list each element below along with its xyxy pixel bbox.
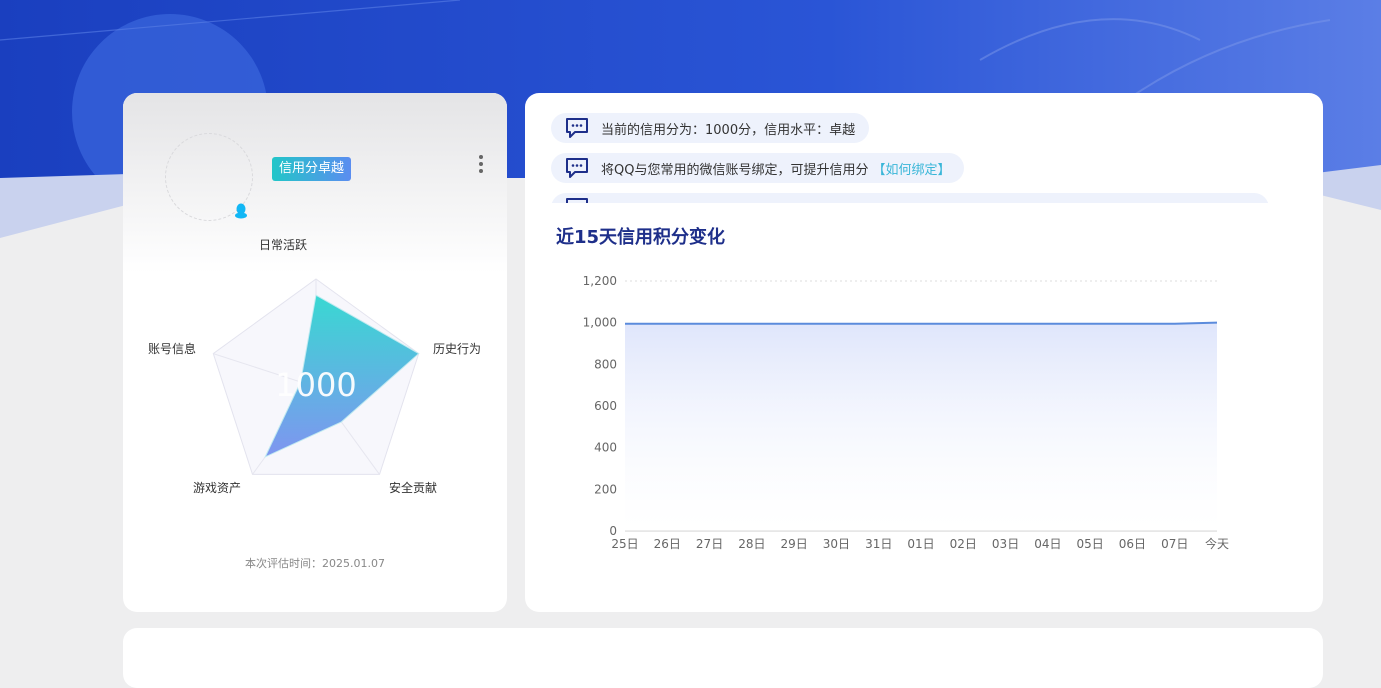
- radar-label-security: 安全贡献: [389, 480, 437, 495]
- message-item: 将QQ与您常用的微信账号绑定，可提升信用分 【如何绑定】: [551, 153, 964, 183]
- x-axis: 25日 26日 27日 28日 29日 30日 31日 01日 02日 03日 04日 05日 06日 0…: [611, 531, 1229, 551]
- x-tick-label: 25日: [611, 537, 638, 551]
- y-tick-label: 400: [594, 441, 617, 455]
- x-tick-label: 今天: [1205, 536, 1229, 551]
- y-tick-label: 1,200: [583, 274, 617, 288]
- chart-title: 近15天信用积分变化: [556, 223, 725, 249]
- x-tick-label: 03日: [992, 537, 1019, 551]
- x-tick-label: 05日: [1077, 537, 1104, 551]
- credit-trend-chart: 0 200 400 600 800 1,000 1,200 25日 26日 27日 28日 29日 3…: [525, 253, 1323, 583]
- y-tick-label: 800: [594, 357, 617, 371]
- y-tick-label: 600: [594, 399, 617, 413]
- credit-level-badge: 信用分卓越: [272, 157, 351, 181]
- chart-series: [625, 323, 1217, 531]
- evaluation-time: 本次评估时间：2025.01.07: [123, 555, 507, 571]
- message-item: 当前的信用分为：1000分，信用水平：卓越: [551, 113, 869, 143]
- radar-chart: 日常活跃 历史行为 安全贡献 游戏资产 账号信息 1000: [123, 233, 507, 533]
- x-tick-label: 29日: [781, 537, 808, 551]
- x-tick-label: 28日: [738, 537, 765, 551]
- credit-trend-card: 当前的信用分为：1000分，信用水平：卓越 将QQ与您常用的微信账号绑定，可提升…: [525, 93, 1323, 612]
- chat-bubble-icon: [565, 197, 589, 203]
- bottom-panel: [123, 628, 1323, 688]
- credit-score: 1000: [275, 366, 356, 404]
- y-axis: 0 200 400 600 800 1,000 1,200: [583, 274, 617, 538]
- radar-label-daily: 日常活跃: [259, 238, 307, 252]
- message-list: 当前的信用分为：1000分，信用水平：卓越 将QQ与您常用的微信账号绑定，可提升…: [551, 113, 1311, 203]
- x-tick-label: 01日: [907, 537, 934, 551]
- credit-profile-card: 信用分卓越 日常活跃 历史行为 安全贡献 游戏资产 账号信息 1000 本次评估…: [123, 93, 507, 612]
- x-tick-label: 26日: [654, 537, 681, 551]
- chat-bubble-icon: [565, 157, 589, 179]
- radar-label-assets: 游戏资产: [193, 481, 241, 495]
- y-tick-label: 200: [594, 482, 617, 496]
- x-tick-label: 30日: [823, 537, 850, 551]
- qq-icon: [234, 203, 248, 219]
- message-text: 将QQ与您常用的微信账号绑定，可提升信用分: [601, 159, 868, 178]
- x-tick-label: 27日: [696, 537, 723, 551]
- radar-label-history: 历史行为: [433, 342, 481, 356]
- how-to-bind-link[interactable]: 【如何绑定】: [872, 159, 950, 178]
- x-tick-label: 31日: [865, 537, 892, 551]
- radar-label-account: 账号信息: [148, 341, 196, 356]
- x-tick-label: 07日: [1161, 537, 1188, 551]
- series-line: [625, 323, 1217, 324]
- y-tick-label: 1,000: [583, 316, 617, 330]
- x-tick-label: 04日: [1034, 537, 1061, 551]
- y-tick-label: 0: [609, 524, 617, 538]
- series-area: [625, 323, 1217, 531]
- x-tick-label: 02日: [950, 537, 977, 551]
- x-tick-label: 06日: [1119, 537, 1146, 551]
- message-text: 当前的信用分为：1000分，信用水平：卓越: [601, 119, 855, 138]
- chat-bubble-icon: [565, 117, 589, 139]
- more-options-icon[interactable]: [473, 153, 489, 179]
- message-item-partial: [551, 193, 1269, 203]
